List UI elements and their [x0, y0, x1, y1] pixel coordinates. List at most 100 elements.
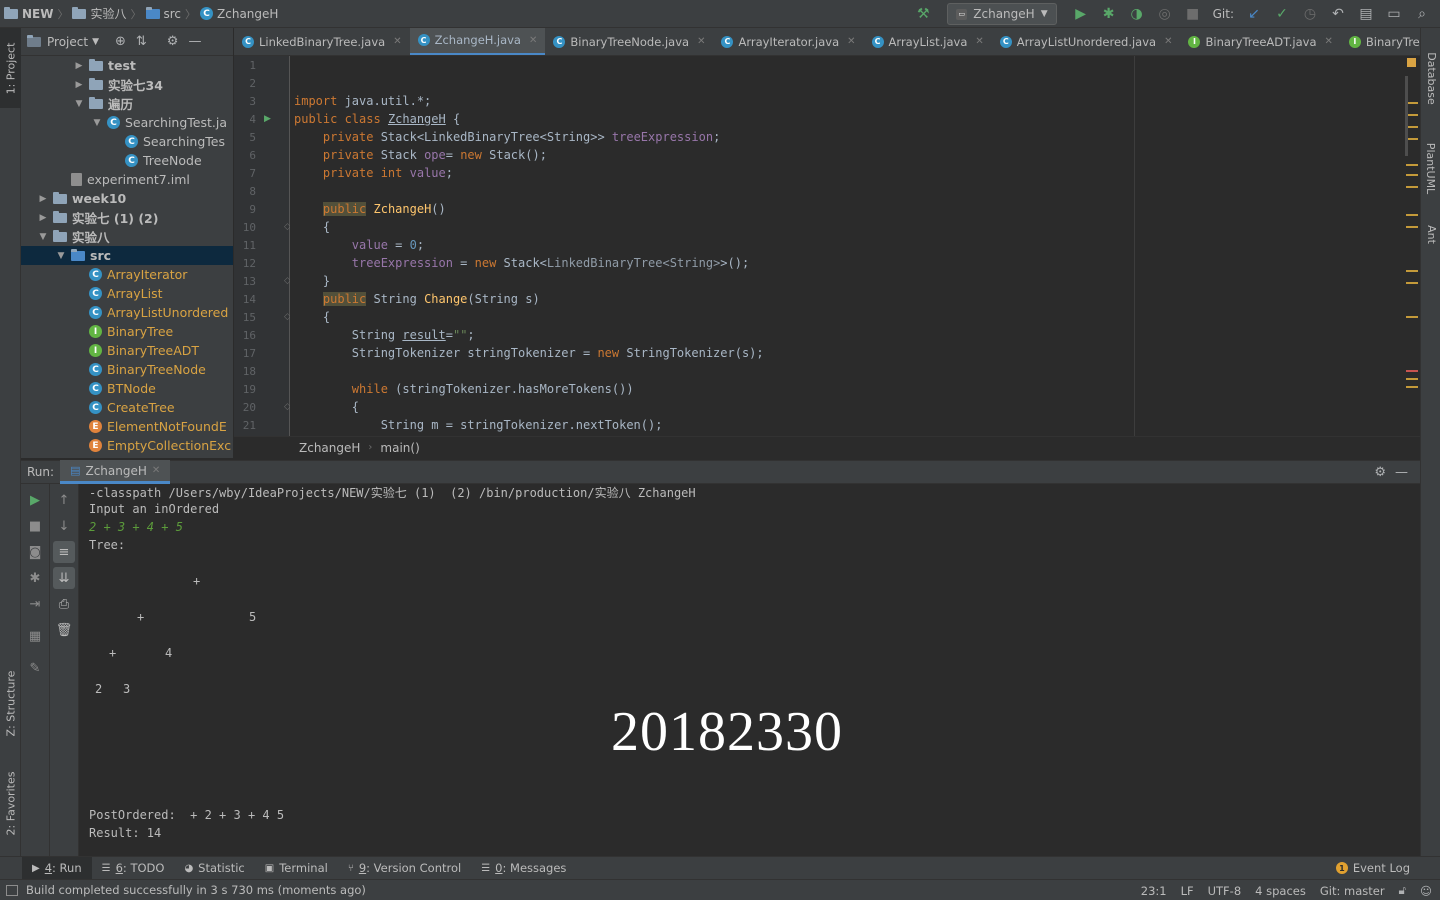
collapse-all-icon[interactable]: ⇅	[136, 34, 147, 49]
chevron-down-icon[interactable]: ▼	[73, 99, 85, 109]
tree-item[interactable]: E ElementNotFoundE	[21, 417, 233, 436]
chevron-right-icon[interactable]: ▶	[73, 61, 85, 71]
line-separator[interactable]: LF	[1181, 884, 1194, 898]
tool-tab-project[interactable]: 1: Project	[0, 28, 21, 108]
chevron-right-icon[interactable]: ▶	[37, 213, 49, 223]
trash-icon[interactable]: 🗑	[53, 619, 75, 641]
bottom-tab[interactable]: ☰ 6: TODO	[92, 857, 175, 880]
presentation-icon[interactable]: ▭	[1382, 3, 1406, 25]
tree-item[interactable]: ▼ src	[21, 246, 233, 265]
editor-tab[interactable]: C ArrayList.java ✕	[864, 28, 992, 55]
error-stripe-mark[interactable]	[1406, 214, 1418, 216]
chevron-right-icon[interactable]: ▶	[73, 80, 85, 90]
close-icon[interactable]: ✕	[393, 36, 401, 47]
project-view-dropdown[interactable]: Project ▼	[47, 35, 99, 49]
error-stripe-mark[interactable]	[1406, 226, 1418, 228]
event-log-button[interactable]: 1 Event Log	[1335, 861, 1410, 875]
tree-item[interactable]: ▶ test	[21, 56, 233, 75]
bug-icon[interactable]: ✱	[24, 567, 46, 589]
project-structure-icon[interactable]: ▤	[1354, 3, 1378, 25]
file-encoding[interactable]: UTF-8	[1208, 884, 1242, 898]
tree-item[interactable]: ▼ C SearchingTest.ja	[21, 113, 233, 132]
tree-item[interactable]: E EmptyCollectionExc	[21, 436, 233, 455]
coverage-icon[interactable]: ◑	[1125, 3, 1149, 25]
editor-scrollbar[interactable]	[1404, 56, 1420, 436]
tree-item[interactable]: C SearchingTes	[21, 132, 233, 151]
locate-icon[interactable]: ⊕	[115, 34, 126, 49]
editor-tab[interactable]: C ZchangeH.java ✕	[409, 28, 546, 55]
error-stripe-mark[interactable]	[1406, 270, 1418, 272]
error-stripe-mark[interactable]	[1406, 378, 1418, 380]
tool-tab-database[interactable]: Database	[1421, 38, 1440, 118]
rerun-icon[interactable]: ▶	[24, 489, 46, 511]
print-icon[interactable]: ⎙	[53, 593, 75, 615]
gear-icon[interactable]: ⚙	[167, 34, 179, 49]
chevron-right-icon[interactable]: ▶	[37, 194, 49, 204]
console-output[interactable]: -classpath /Users/wby/IdeaProjects/NEW/实…	[79, 484, 1420, 856]
scrollbar-thumb[interactable]	[1405, 76, 1408, 156]
git-rollback-icon[interactable]: ↶	[1326, 3, 1350, 25]
hide-icon[interactable]: —	[188, 34, 201, 49]
bottom-tab[interactable]: ☰ 0: Messages	[471, 857, 576, 880]
soft-wrap-icon[interactable]: ≡	[53, 541, 75, 563]
tree-item[interactable]: I BinaryTreeADT	[21, 341, 233, 360]
tree-item[interactable]: C ArrayListUnordered	[21, 303, 233, 322]
editor-tab[interactable]: I BinaryTreeADT.java ✕	[1180, 28, 1340, 55]
tree-item[interactable]: C BTNode	[21, 379, 233, 398]
breadcrumb-method[interactable]: main()	[380, 441, 419, 455]
close-icon[interactable]: ✕	[697, 36, 705, 47]
tree-item[interactable]: ▼ 遍历	[21, 94, 233, 113]
camera-icon[interactable]: ◙	[24, 541, 46, 563]
error-stripe-mark[interactable]	[1406, 186, 1418, 188]
breadcrumb-module[interactable]: 实验八	[68, 5, 130, 22]
tree-item[interactable]: C BinaryTreeNode	[21, 360, 233, 379]
git-history-icon[interactable]: ◷	[1298, 3, 1322, 25]
error-stripe-mark[interactable]	[1406, 164, 1418, 166]
code-editor[interactable]: import java.util.*; public class Zchange…	[290, 56, 1406, 436]
breadcrumb-class[interactable]: ZchangeH	[299, 441, 360, 455]
git-branch[interactable]: Git: master	[1320, 884, 1385, 898]
close-icon[interactable]: ✕	[1325, 36, 1333, 47]
editor-tab[interactable]: C ArrayIterator.java ✕	[713, 28, 863, 55]
indent-setting[interactable]: 4 spaces	[1255, 884, 1306, 898]
tool-tab-plantuml[interactable]: PlantUML	[1421, 128, 1440, 208]
run-tab-zchangeh[interactable]: ▤ ZchangeH ✕	[60, 460, 171, 484]
chevron-down-icon[interactable]: ▼	[37, 232, 49, 242]
panel-toggle-icon[interactable]	[6, 884, 18, 896]
editor-tab[interactable]: C BinaryTreeNode.java ✕	[545, 28, 713, 55]
tree-item[interactable]: ▼ 实验八	[21, 227, 233, 246]
editor-tab[interactable]: C LinkedBinaryTree.java ✕	[234, 28, 410, 55]
arrow-down-icon[interactable]: ↓	[53, 515, 75, 537]
tree-item[interactable]: ▶ 实验七 (1) (2)	[21, 208, 233, 227]
run-config-dropdown[interactable]: ▭ ZchangeH ▼	[947, 3, 1057, 25]
warning-indicator-icon[interactable]	[1407, 58, 1416, 67]
tree-item[interactable]: C ArrayList	[21, 284, 233, 303]
close-icon[interactable]: ✕	[1164, 36, 1172, 47]
bottom-tab[interactable]: ▣ Terminal	[255, 857, 338, 880]
error-stripe-mark[interactable]	[1406, 386, 1418, 388]
tree-item[interactable]: ▶ 实验七34	[21, 75, 233, 94]
search-icon[interactable]: ⌕	[1410, 3, 1434, 25]
error-stripe-mark[interactable]	[1406, 282, 1418, 284]
scroll-to-end-icon[interactable]: ⇊	[53, 567, 75, 589]
tool-tab-ant[interactable]: Ant	[1421, 214, 1440, 254]
tree-item[interactable]: ▶ week10	[21, 189, 233, 208]
git-update-icon[interactable]: ↙	[1242, 3, 1266, 25]
error-stripe-mark[interactable]	[1406, 174, 1418, 176]
close-icon[interactable]: ✕	[847, 36, 855, 47]
debug-icon[interactable]: ✱	[1097, 3, 1121, 25]
breadcrumb-file[interactable]: C ZchangeH	[196, 7, 282, 21]
tree-item[interactable]: C CreateTree	[21, 398, 233, 417]
tree-item[interactable]: I BinaryTree	[21, 322, 233, 341]
chevron-down-icon[interactable]: ▼	[55, 251, 67, 261]
pin-icon[interactable]: ✎	[24, 657, 46, 679]
tree-item[interactable]: experiment7.iml	[21, 170, 233, 189]
stop-icon[interactable]: ■	[24, 515, 46, 537]
editor-tab[interactable]: I BinaryTree.java	[1341, 28, 1420, 55]
tree-item[interactable]: C TreeNode	[21, 151, 233, 170]
chevron-down-icon[interactable]: ▼	[91, 118, 103, 128]
close-icon[interactable]: ✕	[975, 36, 983, 47]
tool-tab-structure[interactable]: Z: Structure	[0, 658, 21, 748]
close-icon[interactable]: ✕	[529, 35, 537, 46]
git-commit-icon[interactable]: ✓	[1270, 3, 1294, 25]
